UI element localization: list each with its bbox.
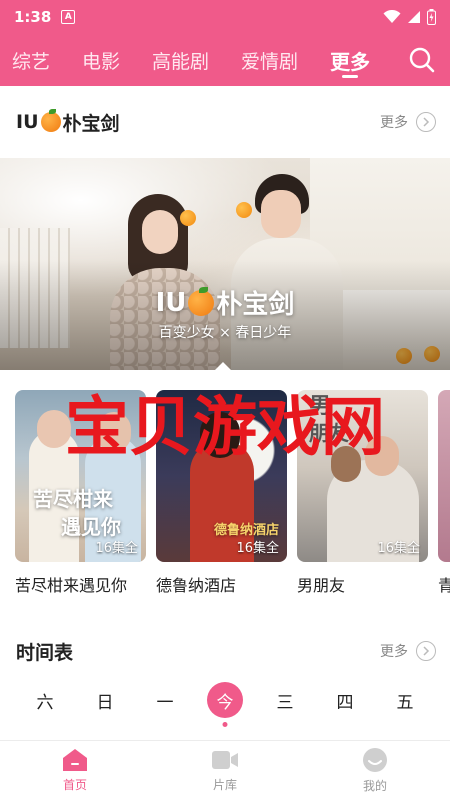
section-header-iu-parkbogum: IU 朴宝剑 更多 (0, 86, 450, 158)
day-friday[interactable]: 五 (387, 682, 423, 718)
orange-icon (188, 286, 215, 316)
tangerine-decor (236, 202, 252, 218)
bottom-nav-profile-label: 我的 (362, 779, 387, 793)
section-title-prefix: IU (16, 111, 39, 133)
poster-image (438, 390, 450, 562)
day-wednesday[interactable]: 三 (267, 682, 303, 718)
tab-more[interactable]: 更多 (314, 34, 386, 86)
day-today[interactable]: 今 (207, 682, 243, 718)
schedule-section: 时间表 更多 (0, 616, 450, 686)
schedule-title: 时间表 (16, 641, 74, 664)
profile-icon (363, 748, 387, 772)
bottom-nav: 首页 片库 我的 (0, 740, 450, 800)
home-icon (63, 749, 87, 771)
day-saturday[interactable]: 六 (27, 682, 63, 718)
tangerine-decor (180, 210, 196, 226)
poster-title: 苦尽柑来遇见你 (15, 576, 128, 595)
day-thursday[interactable]: 四 (327, 682, 363, 718)
poster-image: 苦尽柑来 遇见你 16集全 (15, 390, 146, 562)
section-title-suffix: 朴宝剑 (62, 112, 120, 135)
status-time: 1:38 (14, 8, 52, 26)
video-library-icon (212, 751, 238, 769)
bottom-nav-profile[interactable]: 我的 (300, 741, 450, 800)
search-icon[interactable] (408, 46, 436, 74)
day-sunday[interactable]: 日 (87, 682, 123, 718)
category-tabs: 综艺 电影 高能剧 爱情剧 更多 (0, 34, 386, 86)
banner-title-suffix: 朴宝剑 (216, 290, 295, 320)
more-label: 更多 (380, 644, 408, 660)
poster-card[interactable]: 德鲁纳酒店 16集全 德鲁纳酒店 (156, 390, 287, 596)
episode-count: 16集全 (95, 541, 138, 556)
signal-icon (408, 11, 420, 23)
tab-romance-drama[interactable]: 爱情剧 (225, 34, 314, 86)
banner-title-prefix: IU (155, 287, 187, 318)
poster-image: 男 朋友 16集全 (297, 390, 428, 562)
poster-title: 男朋友 (297, 576, 346, 595)
banner-pointer (214, 362, 232, 370)
poster-card[interactable]: 青 (438, 390, 450, 596)
battery-icon (427, 9, 436, 25)
poster-art-title-line2: 朋友 (309, 421, 349, 445)
poster-card[interactable]: 苦尽柑来 遇见你 16集全 苦尽柑来遇见你 (15, 390, 146, 596)
section-more-link[interactable]: 更多 (380, 112, 436, 132)
weekday-selector: 六 日 一 今 三 四 五 (0, 682, 450, 718)
tab-movies[interactable]: 电影 (66, 34, 136, 86)
section-title: IU 朴宝剑 (16, 109, 120, 136)
poster-title: 德鲁纳酒店 (156, 576, 237, 595)
poster-art-title-line1: 男 (309, 394, 332, 419)
poster-row: 苦尽柑来 遇见你 16集全 苦尽柑来遇见你 德鲁纳酒店 16集全 德鲁纳酒店 男… (0, 370, 450, 596)
wifi-icon (383, 10, 401, 23)
orange-icon (40, 109, 61, 132)
status-icons (383, 9, 436, 25)
tab-high-energy-drama[interactable]: 高能剧 (136, 34, 225, 86)
more-label: 更多 (380, 115, 408, 131)
episode-count: 16集全 (236, 541, 279, 556)
notification-icon: A (61, 10, 76, 24)
schedule-header: 时间表 更多 (0, 616, 450, 686)
schedule-more-link[interactable]: 更多 (380, 641, 436, 661)
banner-title: IU 朴宝剑 (0, 284, 450, 321)
featured-banner[interactable]: IU 朴宝剑 百变少女 × 春日少年 (0, 158, 450, 370)
tab-variety[interactable]: 综艺 (0, 34, 66, 86)
poster-title: 青 (438, 576, 450, 595)
episode-count: 16集全 (377, 541, 420, 556)
day-monday[interactable]: 一 (147, 682, 183, 718)
bottom-nav-library-label: 片库 (212, 778, 237, 792)
top-nav: 综艺 电影 高能剧 爱情剧 更多 (0, 34, 450, 86)
banner-subtitle: 百变少女 × 春日少年 (158, 325, 292, 341)
poster-image: 德鲁纳酒店 16集全 (156, 390, 287, 562)
bottom-nav-library[interactable]: 片库 (150, 741, 300, 800)
bottom-nav-home-label: 首页 (62, 778, 87, 792)
poster-card[interactable]: 男 朋友 16集全 男朋友 (297, 390, 428, 596)
poster-art-title-line1: 苦尽柑来 (33, 487, 113, 511)
status-bar: 1:38 A (0, 0, 450, 34)
main-content: IU 朴宝剑 更多 IU 朴宝剑 百变少女 × 春日少年 苦尽柑来 遇见你 16… (0, 86, 450, 738)
chevron-right-icon (416, 112, 436, 132)
bottom-nav-home[interactable]: 首页 (0, 741, 150, 800)
chevron-right-icon (416, 641, 436, 661)
